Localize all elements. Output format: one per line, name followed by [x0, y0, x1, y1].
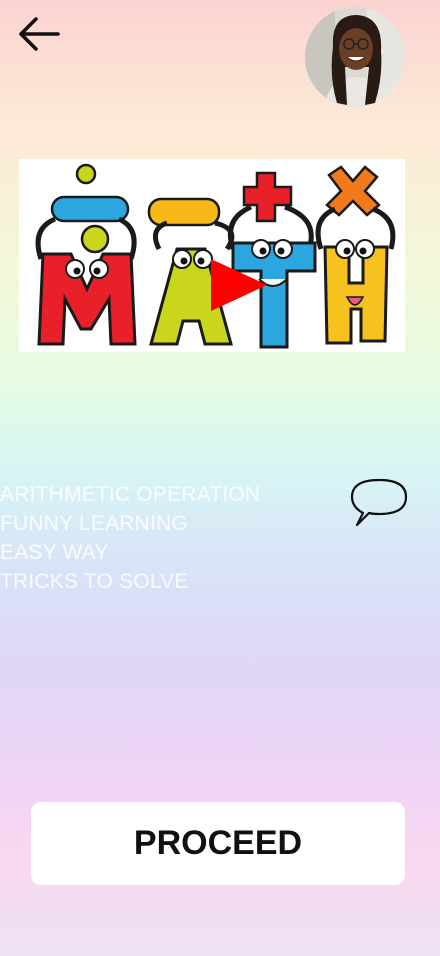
arrow-left-icon [19, 17, 60, 51]
avatar[interactable] [305, 7, 405, 107]
math-illustration [19, 159, 405, 352]
back-button[interactable] [16, 14, 62, 56]
topic-item: FUNNY LEARNING [0, 512, 188, 535]
speech-bubble-icon [350, 478, 408, 527]
proceed-button[interactable]: PROCEED [31, 802, 405, 885]
math-video-thumbnail[interactable] [19, 159, 405, 352]
topics-list: ARITHMETIC OPERATION FUNNY LEARNING EASY… [0, 480, 260, 596]
topic-item: EASY WAY [0, 541, 109, 564]
topic-item: ARITHMETIC OPERATION [0, 483, 261, 506]
play-icon[interactable] [209, 257, 269, 313]
user-avatar-photo [305, 7, 405, 107]
topic-item: TRICKS TO SOLVE [0, 570, 189, 593]
chat-button[interactable] [349, 476, 409, 528]
